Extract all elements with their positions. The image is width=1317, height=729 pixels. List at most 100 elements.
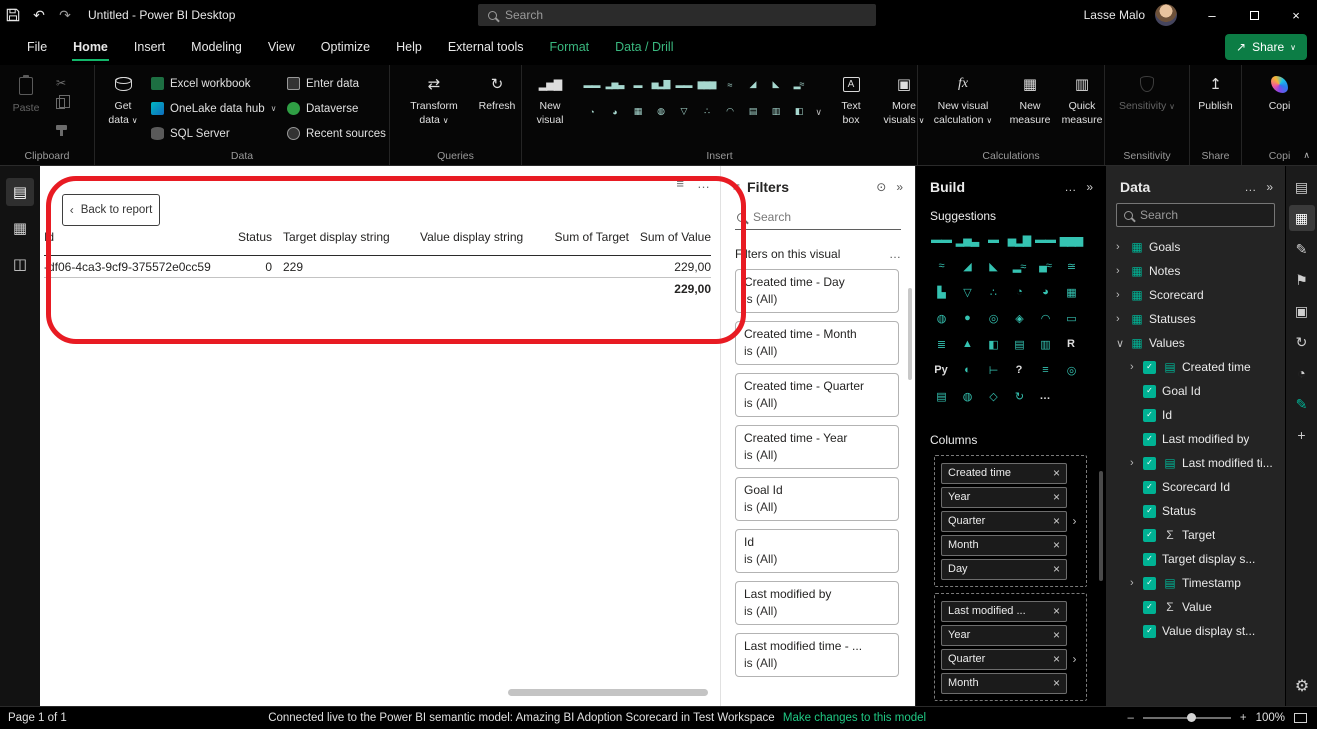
- menu-item[interactable]: Data / Drill: [602, 30, 686, 65]
- chevron-icon[interactable]: ›: [1116, 313, 1129, 325]
- publish-button[interactable]: ↥ Publish: [1194, 71, 1238, 145]
- share-button[interactable]: ↗ Share ∨: [1225, 34, 1307, 60]
- filters-scrollbar[interactable]: [908, 288, 912, 380]
- avatar[interactable]: [1155, 4, 1177, 26]
- view-nav-button[interactable]: ▤: [6, 178, 34, 206]
- visual-type-icon[interactable]: ▬▬: [928, 227, 954, 253]
- visual-gallery-icon[interactable]: ▬▬: [580, 71, 603, 98]
- user-name[interactable]: Lasse Malo: [1084, 8, 1145, 22]
- visual-type-icon[interactable]: ▬: [980, 227, 1006, 253]
- build-scrollbar[interactable]: [1099, 471, 1103, 581]
- visual-type-icon[interactable]: ▥: [1032, 331, 1058, 357]
- undo-icon[interactable]: ↶: [26, 7, 52, 24]
- visual-type-icon[interactable]: ◣: [980, 253, 1006, 279]
- visual-gallery-icon[interactable]: ◢: [741, 71, 764, 98]
- visual-type-icon[interactable]: ◎: [980, 305, 1006, 331]
- field-checkbox[interactable]: ✓: [1143, 457, 1156, 470]
- visual-type-icon[interactable]: ▦: [1058, 279, 1084, 305]
- visual-gallery-icon[interactable]: ◣: [764, 71, 787, 98]
- filter-card[interactable]: Created time - Quarter is (All): [735, 373, 899, 417]
- visual-gallery-icon[interactable]: ▂≈: [787, 71, 810, 98]
- collapse-ribbon-icon[interactable]: ∧: [1303, 150, 1310, 161]
- menu-item[interactable]: External tools: [435, 30, 537, 65]
- pane-rail-button[interactable]: ↻: [1289, 329, 1315, 355]
- remove-field-icon[interactable]: ×: [1053, 652, 1060, 666]
- pane-rail-button[interactable]: ▦: [1289, 205, 1315, 231]
- remove-field-icon[interactable]: ×: [1053, 538, 1060, 552]
- visual-type-icon[interactable]: ◐: [954, 357, 980, 383]
- new-visual-button[interactable]: ▂▅▇ New visual: [530, 71, 570, 145]
- view-nav-button[interactable]: ◫: [6, 250, 34, 278]
- visual-type-icon[interactable]: ◔: [1006, 279, 1032, 305]
- chevron-icon[interactable]: ›: [1116, 241, 1129, 253]
- visual-gallery-icon[interactable]: ▆▆▆: [695, 71, 718, 98]
- visual-type-icon[interactable]: ▆▆▆: [1058, 227, 1084, 253]
- data-source-button[interactable]: Dataverse ∨: [287, 102, 391, 115]
- visual-gallery-icon[interactable]: ▅▂▇: [649, 71, 672, 98]
- sensitivity-button[interactable]: Sensitivity ∨: [1117, 71, 1177, 145]
- visual-gallery-icon[interactable]: ∴: [695, 98, 718, 125]
- transform-data-button[interactable]: ⇄ Transform data ∨: [404, 71, 464, 145]
- menu-item[interactable]: Format: [537, 30, 603, 65]
- visual-type-icon[interactable]: ▙: [928, 279, 954, 305]
- cut-icon[interactable]: ✂: [56, 77, 67, 89]
- more-options-icon[interactable]: …: [1244, 180, 1256, 194]
- visual-type-icon[interactable]: ◍: [928, 305, 954, 331]
- data-source-button[interactable]: Enter data ∨: [287, 77, 391, 90]
- visual-type-icon[interactable]: ◢: [954, 253, 980, 279]
- visual-type-icon[interactable]: ◍: [954, 383, 980, 409]
- visual-type-icon[interactable]: ≡: [1032, 357, 1058, 383]
- visual-gallery-icon[interactable]: ◧: [787, 98, 810, 125]
- data-source-button[interactable]: Excel workbook ∨: [151, 77, 283, 90]
- more-options-icon[interactable]: …: [697, 176, 710, 191]
- visual-type-icon[interactable]: ⊢: [980, 357, 1006, 383]
- format-painter-icon[interactable]: [56, 120, 67, 132]
- pane-rail-button[interactable]: ✎: [1289, 236, 1315, 262]
- tree-item[interactable]: ✓ Σ Target: [1106, 523, 1285, 547]
- gallery-expand-icon[interactable]: ∨: [815, 107, 822, 118]
- field-chip[interactable]: Month ×: [941, 535, 1067, 556]
- horizontal-scrollbar[interactable]: [508, 689, 708, 696]
- data-source-button[interactable]: OneLake data hub ∨: [151, 102, 283, 115]
- fit-to-page-icon[interactable]: [1294, 713, 1307, 723]
- column-header[interactable]: Sum of Target ▼: [536, 230, 629, 246]
- visual-type-icon[interactable]: ◎: [1058, 357, 1084, 383]
- field-chip[interactable]: Created time ×: [941, 463, 1067, 484]
- text-box-button[interactable]: A Text box: [832, 71, 870, 145]
- new-measure-button[interactable]: ▦ New measure: [1007, 71, 1053, 145]
- menu-item[interactable]: Help: [383, 30, 435, 65]
- field-chip[interactable]: Day ×: [941, 559, 1067, 580]
- pane-rail-button[interactable]: ✎: [1289, 391, 1315, 417]
- zoom-slider[interactable]: [1143, 717, 1231, 719]
- zoom-out-icon[interactable]: –: [1127, 712, 1133, 724]
- get-data-button[interactable]: Get data ∨: [103, 71, 143, 145]
- tree-item[interactable]: ✓ Goal Id: [1106, 379, 1285, 403]
- visual-type-icon[interactable]: ◧: [980, 331, 1006, 357]
- tree-item[interactable]: ✓ Σ Value: [1106, 595, 1285, 619]
- field-chip[interactable]: Year ×: [941, 625, 1067, 646]
- tree-item[interactable]: ∨ ✓ ▦ Values: [1106, 331, 1285, 355]
- zoom-in-icon[interactable]: +: [1240, 712, 1247, 724]
- field-checkbox[interactable]: ✓: [1143, 553, 1156, 566]
- visual-type-icon[interactable]: ▤: [1006, 331, 1032, 357]
- filter-card[interactable]: Id is (All): [735, 529, 899, 573]
- tree-item[interactable]: › ✓ ▦ Goals: [1106, 235, 1285, 259]
- column-header[interactable]: Target display string ▼: [272, 230, 409, 246]
- menu-item[interactable]: View: [255, 30, 308, 65]
- data-search-input[interactable]: Search: [1116, 203, 1275, 227]
- filters-search-input[interactable]: Search: [735, 205, 901, 230]
- pane-rail-button[interactable]: ◔: [1289, 360, 1315, 386]
- filter-card[interactable]: Created time - Day is (All): [735, 269, 899, 313]
- data-source-button[interactable]: SQL Server ∨: [151, 127, 283, 140]
- menu-item[interactable]: Modeling: [178, 30, 255, 65]
- eye-icon[interactable]: ⊙: [876, 180, 886, 194]
- filter-card[interactable]: Goal Id is (All): [735, 477, 899, 521]
- collapse-pane-icon[interactable]: »: [896, 180, 903, 194]
- visual-type-icon[interactable]: ▬▬: [1032, 227, 1058, 253]
- field-checkbox[interactable]: ✓: [1143, 625, 1156, 638]
- close-button[interactable]: ×: [1275, 0, 1317, 30]
- remove-field-icon[interactable]: ×: [1053, 676, 1060, 690]
- visual-type-icon[interactable]: …: [1032, 383, 1058, 409]
- chevron-icon[interactable]: ›: [1116, 289, 1129, 301]
- visual-type-icon[interactable]: ▂≈: [1006, 253, 1032, 279]
